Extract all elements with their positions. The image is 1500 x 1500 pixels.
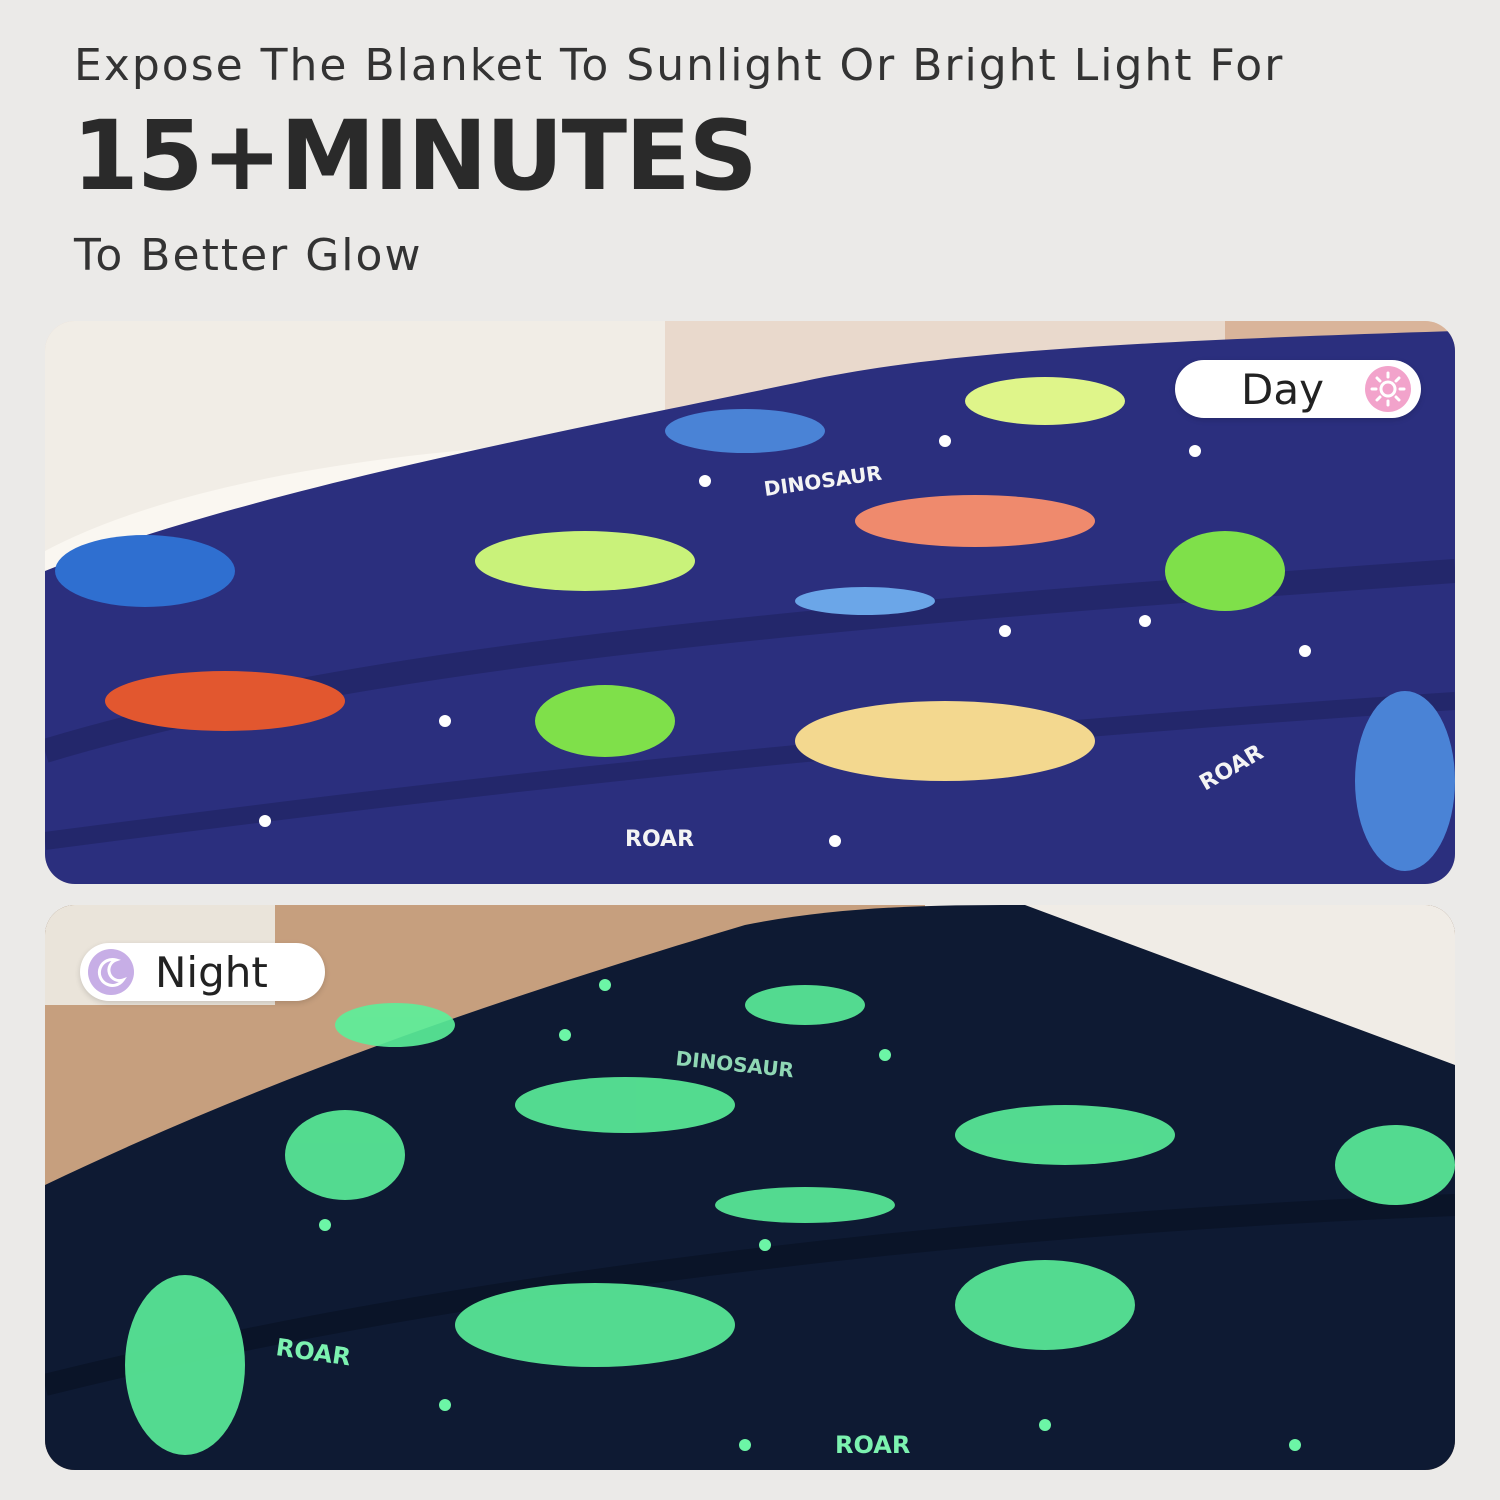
night-label: Night	[155, 947, 268, 997]
night-badge: Night	[80, 943, 325, 1001]
sun-icon	[1365, 366, 1411, 412]
subheadline-text: To Better Glow	[74, 230, 423, 281]
moon-icon	[88, 949, 134, 995]
day-label: Day	[1241, 364, 1324, 414]
duration-title: 15+MINUTES	[72, 100, 758, 212]
day-badge: Day	[1175, 360, 1421, 418]
night-roar-print-2: ROAR	[835, 1431, 910, 1459]
day-roar-print: ROAR	[625, 827, 694, 852]
headline-text: Expose The Blanket To Sunlight Or Bright…	[74, 40, 1285, 91]
